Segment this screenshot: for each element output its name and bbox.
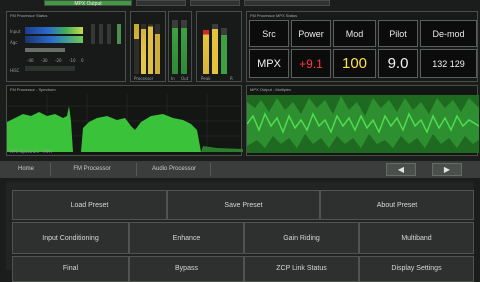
- proc-label: Processor: [134, 76, 154, 81]
- vmeter-a: [91, 24, 95, 44]
- spectrum-left-panel: FM Processor - Spectrum MPX Spectrum - M…: [6, 85, 243, 156]
- spectrum-right-panel: MPX Output - Multiplex: [246, 85, 479, 156]
- about-preset-button[interactable]: About Preset: [320, 190, 474, 220]
- r-label: R: [230, 76, 233, 81]
- scale-tick-3: -10: [69, 58, 76, 63]
- header-mod: Mod: [333, 20, 376, 47]
- value-power: +9.1: [291, 49, 331, 78]
- level-label-in: In: [171, 76, 175, 81]
- value-pilot: 9.0: [378, 49, 418, 78]
- nav-divider-3: [210, 163, 211, 176]
- proc-meter-2: [141, 24, 146, 74]
- processor-meters: Processor: [130, 11, 166, 82]
- nav-divider-1: [50, 163, 51, 176]
- header-demod: De-mod: [420, 20, 477, 47]
- level-meter-in: [172, 20, 178, 74]
- value-pilot-text: 9.0: [387, 55, 409, 72]
- header-power-text: Power: [298, 28, 324, 39]
- peak-meter-3: [221, 28, 227, 74]
- header-mod-text: Mod: [345, 28, 364, 39]
- next-arrow-icon[interactable]: ▶: [432, 163, 462, 176]
- value-src: MPX: [249, 49, 289, 78]
- spectrum-left-footer: MPX Spectrum - MPX: [10, 149, 52, 154]
- level-label-out: Out: [181, 76, 189, 81]
- input-meter-bar: [25, 27, 83, 34]
- value-src-text: MPX: [257, 57, 281, 70]
- header-power: Power: [291, 20, 331, 47]
- value-mod-text: 100: [341, 55, 368, 72]
- fm-status-panel: FM Processor Status Input Agc HiSC -40 -…: [6, 11, 126, 82]
- header-src: Src: [249, 20, 289, 47]
- header-src-text: Src: [262, 28, 276, 39]
- nav-audio-processor[interactable]: Audio Processor: [142, 161, 206, 178]
- tab-3[interactable]: [190, 0, 240, 6]
- value-demod-text: 132 129: [432, 58, 465, 69]
- nav-fm-processor[interactable]: FM Processor: [60, 161, 124, 178]
- peak-label: Peak: [201, 76, 211, 81]
- multiplex-graph: [247, 95, 479, 153]
- tab-2[interactable]: [136, 0, 186, 6]
- peak-meter-1: [203, 30, 209, 74]
- vmeter-c: [107, 24, 111, 44]
- gain-riding-button[interactable]: Gain Riding: [244, 222, 359, 254]
- zcp-link-status-button[interactable]: ZCP Link Status: [244, 256, 359, 282]
- prev-arrow-icon[interactable]: ◀: [386, 163, 416, 176]
- vmeter-b: [99, 24, 103, 44]
- header-pilot: Pilot: [378, 20, 418, 47]
- header-demod-text: De-mod: [432, 28, 465, 39]
- tab-4[interactable]: [244, 0, 330, 6]
- peak-meters: Peak R: [196, 11, 242, 82]
- input-conditioning-button[interactable]: Input Conditioning: [12, 222, 129, 254]
- proc-meter-4: [155, 24, 160, 74]
- save-preset-button[interactable]: Save Preset: [167, 190, 320, 220]
- scale-tick-0: -40: [27, 58, 34, 63]
- display-settings-button[interactable]: Display Settings: [359, 256, 474, 282]
- spectrum-left-graph: [7, 94, 243, 152]
- fm-row-label-3: HiSC: [10, 68, 20, 73]
- enhance-button[interactable]: Enhance: [129, 222, 244, 254]
- tab-mpx-output[interactable]: MPX Output: [44, 0, 132, 7]
- proc-meter-3: [148, 24, 153, 74]
- fm-panel-title: FM Processor Status: [10, 13, 48, 18]
- peak-meter-2: [212, 24, 218, 74]
- mpx-status-title: FM Processor MPX Status: [250, 13, 298, 18]
- bypass-button[interactable]: Bypass: [129, 256, 244, 282]
- hisc-meter-bar: [25, 66, 75, 71]
- load-preset-button[interactable]: Load Preset: [12, 190, 167, 220]
- multiband-button[interactable]: Multiband: [359, 222, 474, 254]
- value-demod: 132 129: [420, 49, 477, 78]
- level-meter-out: [181, 20, 187, 74]
- value-power-text: +9.1: [299, 56, 323, 71]
- value-mod: 100: [333, 49, 376, 78]
- level-meters: In Out: [168, 11, 192, 82]
- scale-tick-4: 0: [81, 58, 84, 63]
- fm-row-label-1: Agc: [10, 40, 18, 45]
- agc-meter-bar: [25, 36, 83, 43]
- nav-bar: Home FM Processor Audio Processor ◀ ▶: [0, 161, 480, 178]
- scale-tick-1: -30: [41, 58, 48, 63]
- header-pilot-text: Pilot: [389, 28, 407, 39]
- fm-row-label-0: Input: [10, 29, 21, 34]
- nav-divider-2: [136, 163, 137, 176]
- proc-meter-1: [134, 24, 139, 74]
- vmeter-d: [117, 24, 121, 44]
- final-button[interactable]: Final: [12, 256, 129, 282]
- aux-meter-bar: [25, 48, 65, 52]
- nav-home[interactable]: Home: [6, 161, 46, 178]
- scale-tick-2: -20: [55, 58, 62, 63]
